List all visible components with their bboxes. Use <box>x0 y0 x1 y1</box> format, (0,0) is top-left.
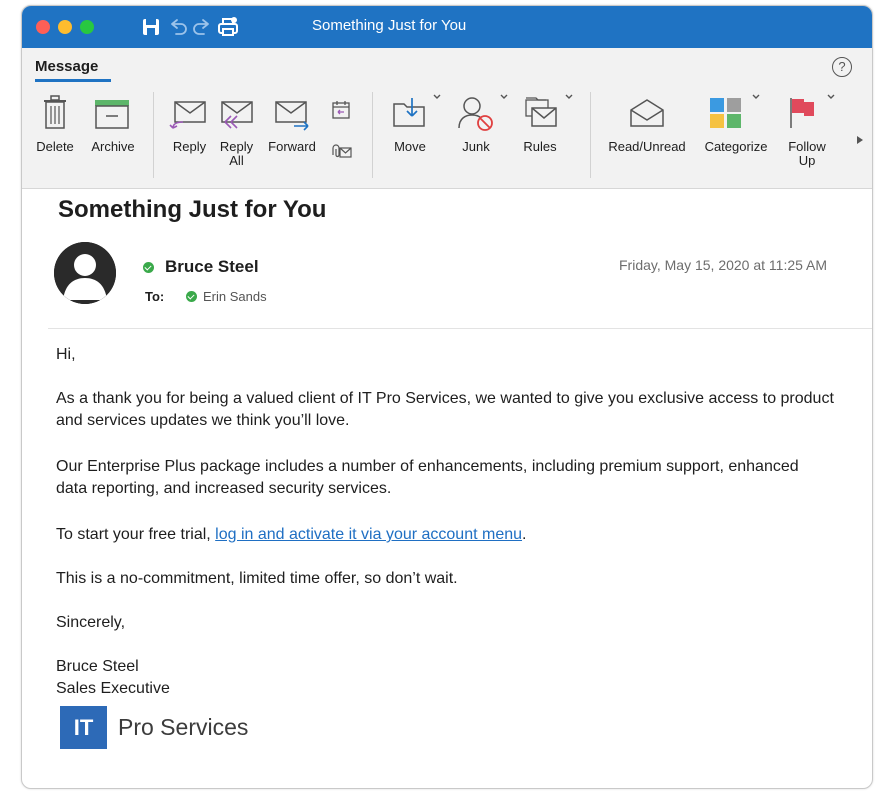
reply-icon <box>169 101 206 129</box>
ribbon-separator <box>372 92 373 178</box>
body-paragraph-4: This is a no-commitment, limited time of… <box>56 570 458 587</box>
save-icon[interactable] <box>139 15 163 39</box>
read-unread-button[interactable]: Read/Unread <box>602 88 692 188</box>
person-icon <box>54 242 116 304</box>
body-paragraph-1: As a thank you for being a valued client… <box>56 390 834 429</box>
sender-status-icon <box>143 262 154 273</box>
body-paragraph-2: Our Enterprise Plus package includes a n… <box>56 458 799 497</box>
ribbon-tab-row: Message ? <box>22 48 872 88</box>
junk-icon <box>458 97 493 131</box>
archive-button[interactable]: Archive <box>84 88 142 188</box>
chevron-down-icon[interactable] <box>564 92 574 102</box>
categorize-label: Categorize <box>704 139 768 154</box>
trash-icon <box>44 95 66 129</box>
recipient-name[interactable]: Erin Sands <box>203 289 267 304</box>
trial-text: To start your free trial, <box>56 526 216 543</box>
delete-label: Delete <box>36 139 74 154</box>
company-logo-mark: IT <box>60 706 107 749</box>
archive-label: Archive <box>91 139 135 154</box>
help-icon[interactable]: ? <box>832 57 852 77</box>
reply-all-icon <box>221 101 253 129</box>
ribbon-overflow-icon[interactable] <box>857 136 863 144</box>
tab-message[interactable]: Message <box>35 58 98 75</box>
body-paragraph-3: To start your free trial, log in and act… <box>56 524 856 546</box>
chevron-down-icon[interactable] <box>751 92 761 102</box>
message-subject: Something Just for You <box>58 196 327 223</box>
follow-up-button[interactable]: Follow Up <box>780 88 840 188</box>
forward-label: Forward <box>268 139 316 154</box>
rules-icon <box>525 97 557 127</box>
flag-icon <box>790 98 814 128</box>
rules-button[interactable]: Rules <box>518 88 578 188</box>
chevron-down-icon[interactable] <box>499 92 509 102</box>
company-logo-text: Pro Services <box>118 714 249 740</box>
categorize-icon <box>710 98 741 128</box>
activate-link[interactable]: log in and activate it via your account … <box>215 526 522 543</box>
open-envelope-icon <box>630 99 664 127</box>
categorize-button[interactable]: Categorize <box>696 88 776 188</box>
ribbon-separator <box>590 92 591 178</box>
mail-window: Something Just for You Message ? Delete <box>21 5 873 789</box>
junk-button[interactable]: Junk <box>452 88 514 188</box>
closing: Sincerely, <box>56 614 126 631</box>
attachment-icon[interactable] <box>329 143 353 161</box>
rules-label: Rules <box>523 139 557 154</box>
signature-title: Sales Executive <box>56 680 170 697</box>
read-unread-label: Read/Unread <box>608 139 686 154</box>
title-bar: Something Just for You <box>22 6 872 48</box>
zoom-window-button[interactable] <box>80 20 94 34</box>
follow-up-label: Follow Up <box>788 139 826 168</box>
move-button[interactable]: Move <box>384 88 444 188</box>
archive-icon <box>95 100 129 129</box>
reply-with-meeting-icon[interactable] <box>329 98 353 122</box>
ribbon-toolbar: Delete Archive Reply Reply All Forward M… <box>22 88 872 189</box>
sender-name[interactable]: Bruce Steel <box>165 257 259 277</box>
move-label: Move <box>394 139 426 154</box>
close-window-button[interactable] <box>36 20 50 34</box>
minimize-window-button[interactable] <box>58 20 72 34</box>
recipient-status-icon <box>186 291 197 302</box>
active-tab-indicator <box>35 79 111 82</box>
ribbon-separator <box>153 92 154 178</box>
forward-icon <box>275 101 309 131</box>
message-date: Friday, May 15, 2020 at 11:25 AM <box>619 257 828 273</box>
body-greeting: Hi, <box>56 346 76 363</box>
reply-button[interactable]: Reply <box>167 88 212 188</box>
to-label: To: <box>145 289 165 304</box>
junk-label: Junk <box>462 139 490 154</box>
forward-button[interactable]: Forward <box>262 88 322 188</box>
trial-text-end: . <box>522 526 527 543</box>
chevron-down-icon[interactable] <box>432 92 442 102</box>
print-icon[interactable] <box>216 15 240 39</box>
avatar <box>54 242 116 304</box>
reply-all-button[interactable]: Reply All <box>214 88 259 188</box>
header-divider <box>48 328 872 329</box>
reply-all-label: Reply All <box>219 139 254 168</box>
window-title: Something Just for You <box>312 17 467 34</box>
undo-icon[interactable] <box>166 15 190 39</box>
delete-button[interactable]: Delete <box>30 88 80 188</box>
signature-name: Bruce Steel <box>56 658 139 675</box>
chevron-down-icon[interactable] <box>826 92 836 102</box>
move-folder-icon <box>393 98 425 127</box>
reply-label: Reply <box>172 139 207 154</box>
redo-icon[interactable] <box>190 15 214 39</box>
